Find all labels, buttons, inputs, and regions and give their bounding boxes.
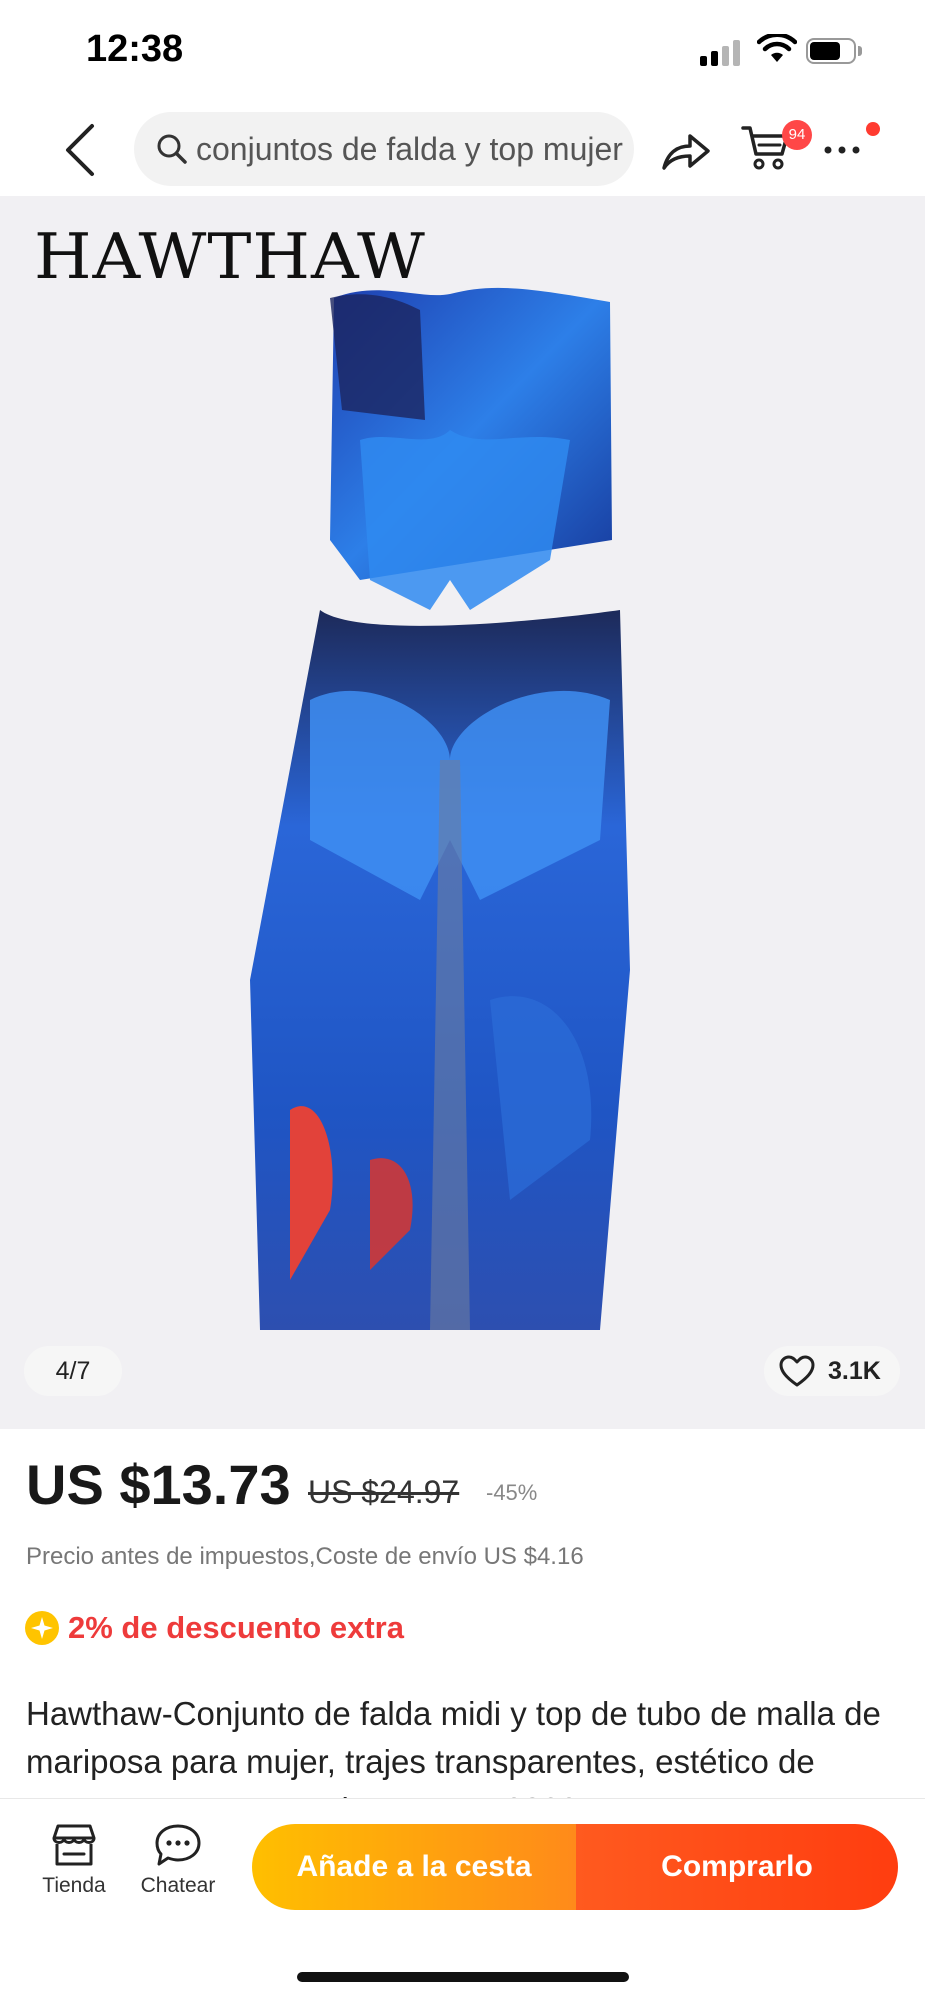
tax-shipping-note: Precio antes de impuestos,Coste de envío… — [26, 1543, 584, 1570]
search-icon — [157, 134, 187, 164]
cart-count-badge: 94 — [782, 120, 812, 150]
back-icon[interactable] — [60, 122, 100, 178]
search-query-text: conjuntos de falda y top mujer — [196, 130, 623, 167]
add-to-cart-button[interactable]: Añade a la cesta — [252, 1824, 576, 1910]
store-label: Tienda — [42, 1874, 106, 1897]
chat-button[interactable]: Chatear — [128, 1822, 228, 1898]
store-icon — [52, 1824, 96, 1866]
product-image[interactable] — [250, 280, 650, 1350]
discount-percent: -45% — [486, 1480, 538, 1505]
heart-icon — [779, 1355, 815, 1387]
image-counter: 4/7 — [24, 1346, 122, 1396]
more-icon[interactable] — [822, 132, 862, 162]
chat-label: Chatear — [140, 1874, 216, 1897]
promo-star-icon — [25, 1611, 59, 1645]
status-time: 12:38 — [86, 28, 184, 70]
extra-discount-promo[interactable]: 2% de descuento extra — [68, 1610, 404, 1646]
likes-count: 3.1K — [828, 1356, 881, 1385]
original-price: US $24.97 — [308, 1474, 460, 1510]
search-bar[interactable]: conjuntos de falda y top mujer — [134, 112, 634, 186]
notification-dot — [866, 122, 880, 136]
home-indicator[interactable] — [297, 1972, 629, 1982]
cellular-signal-icon — [700, 40, 744, 66]
share-icon[interactable] — [660, 128, 712, 174]
buy-now-button[interactable]: Comprarlo — [576, 1824, 898, 1910]
wifi-icon — [757, 34, 797, 62]
battery-icon — [806, 38, 864, 66]
chat-icon — [155, 1824, 201, 1866]
wishlist-button[interactable]: 3.1K — [764, 1346, 900, 1396]
current-price: US $13.73 — [26, 1453, 291, 1516]
store-button[interactable]: Tienda — [24, 1822, 124, 1898]
